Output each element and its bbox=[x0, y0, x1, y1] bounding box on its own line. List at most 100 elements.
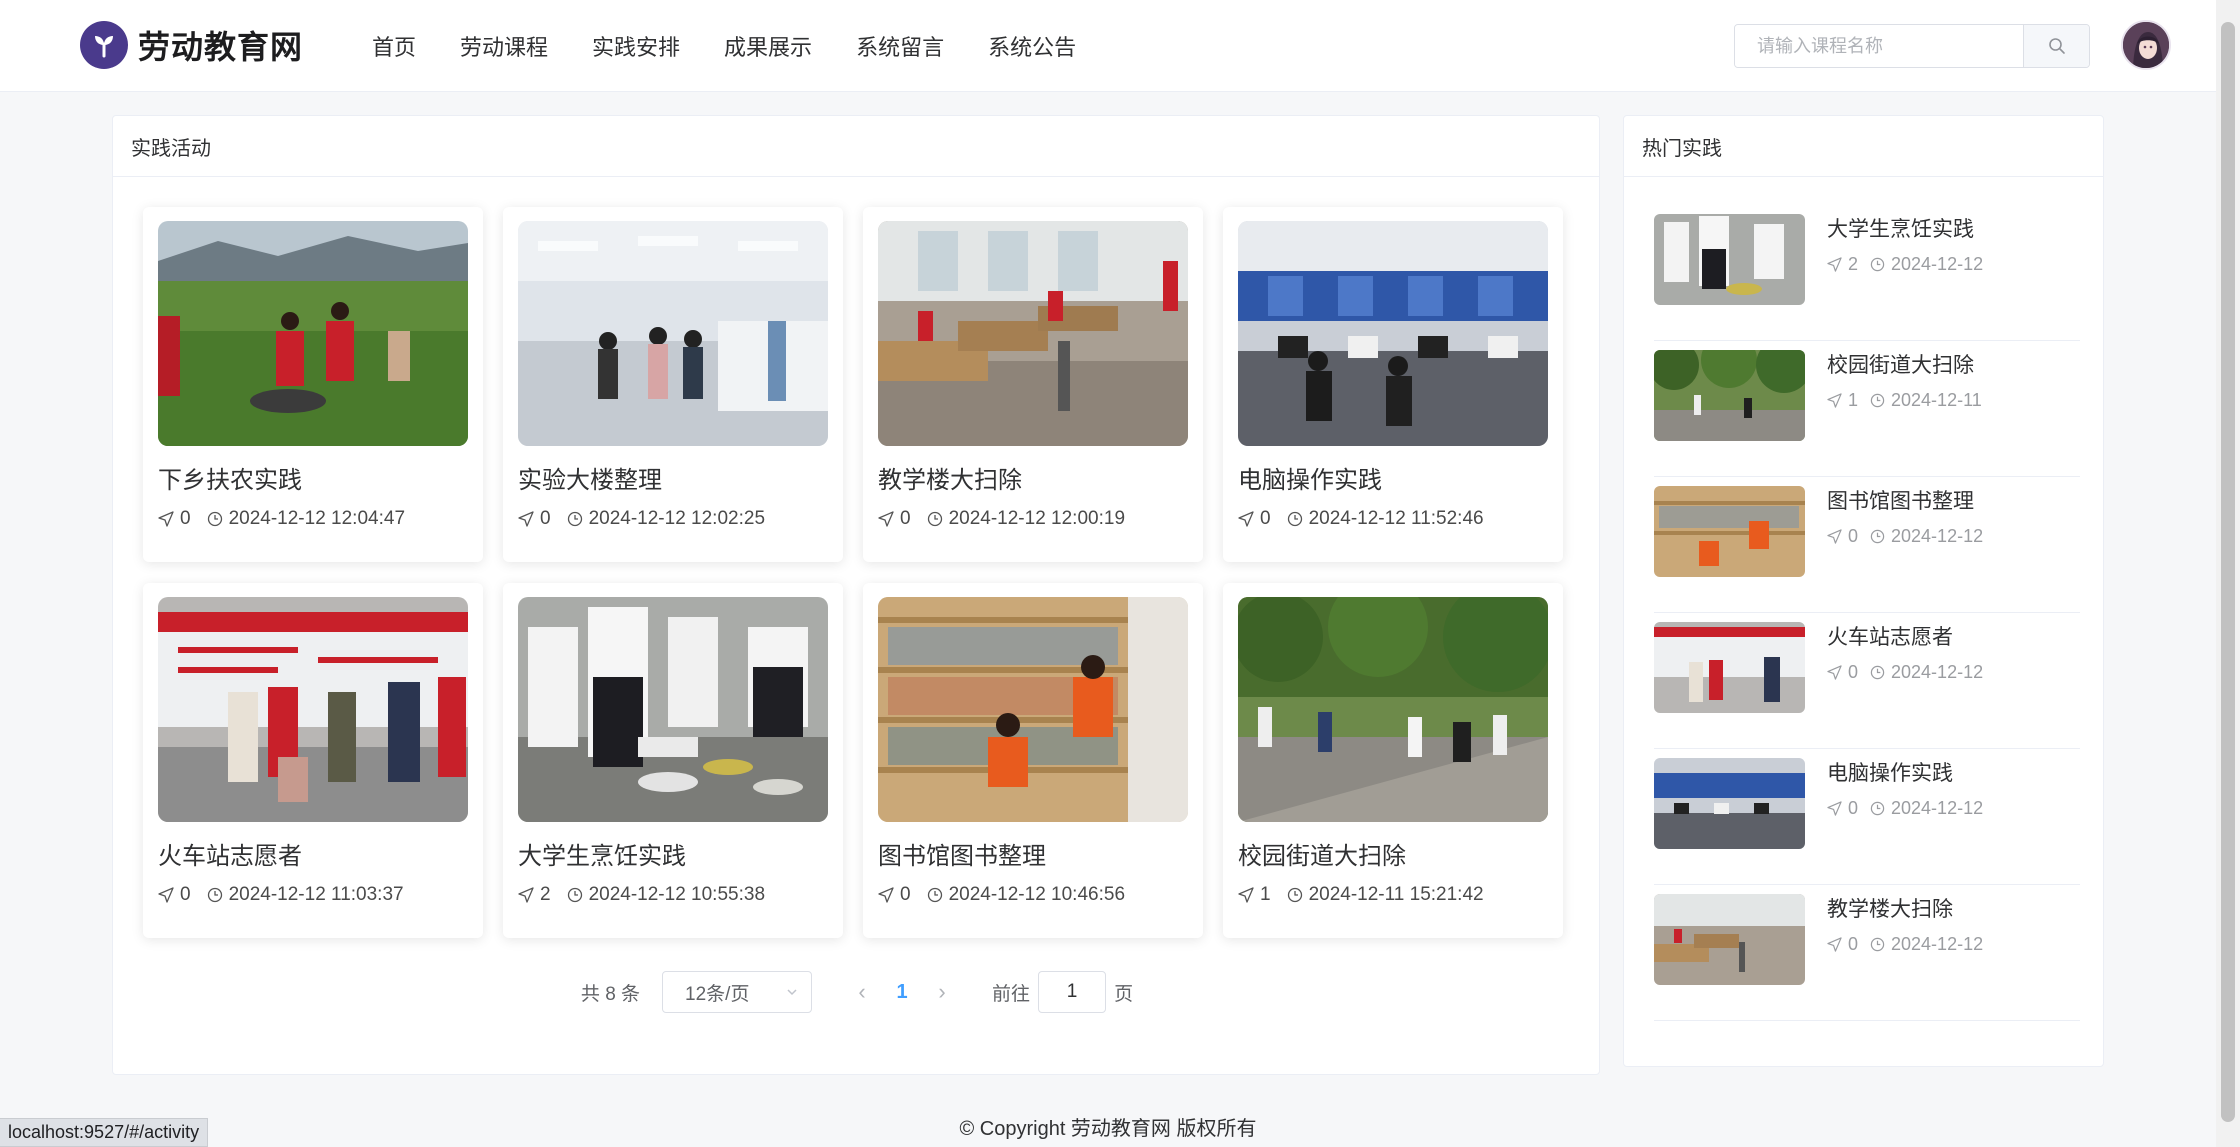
view-count: 2 bbox=[540, 884, 551, 905]
send-icon bbox=[1827, 665, 1842, 680]
clock-icon bbox=[1870, 393, 1885, 408]
page-size-select[interactable]: 12条/页 bbox=[662, 971, 813, 1013]
activity-photo bbox=[878, 221, 1188, 446]
nav-item-courses[interactable]: 劳动课程 bbox=[460, 30, 548, 62]
clock-icon bbox=[1870, 937, 1885, 952]
hot-list-item[interactable]: 图书馆图书整理 0 2024-12-12 bbox=[1654, 477, 2080, 613]
activity-photo bbox=[518, 221, 828, 446]
hot-list-item[interactable]: 火车站志愿者 0 2024-12-12 bbox=[1654, 613, 2080, 749]
view-count: 1 bbox=[1848, 390, 1859, 410]
view-count: 2 bbox=[1848, 254, 1859, 274]
page-size-value: 12条/页 bbox=[685, 983, 750, 1005]
activity-photo bbox=[1238, 221, 1548, 446]
clock-icon bbox=[927, 511, 943, 527]
card-meta: 0 2024-12-12 12:02:25 bbox=[518, 508, 828, 530]
activity-card[interactable]: 下乡扶农实践 0 2024-12-12 12:04:47 bbox=[143, 207, 483, 562]
publish-date: 2024-12-11 bbox=[1891, 390, 1982, 410]
search-icon bbox=[2048, 38, 2065, 54]
card-meta: 0 2024-12-12 11:52:46 bbox=[1238, 508, 1548, 530]
activity-card[interactable]: 大学生烹饪实践 2 2024-12-12 10:55:38 bbox=[503, 583, 843, 938]
nav-item-achievements[interactable]: 成果展示 bbox=[724, 30, 812, 62]
send-icon bbox=[518, 511, 534, 527]
clock-icon bbox=[927, 887, 943, 903]
publish-time: 2024-12-12 11:03:37 bbox=[228, 884, 404, 905]
hot-item-meta: 0 2024-12-12 bbox=[1827, 662, 1983, 683]
page-jumper: 前往 1 页 bbox=[992, 971, 1133, 1013]
activity-panel: 实践活动 下乡扶农实践 0 2024-12-12 12:04:47 实验大楼整理… bbox=[112, 115, 1600, 1075]
activity-photo bbox=[1238, 597, 1548, 822]
hot-thumbnail bbox=[1654, 622, 1805, 713]
activity-card[interactable]: 实验大楼整理 0 2024-12-12 12:02:25 bbox=[503, 207, 843, 562]
card-title: 校园街道大扫除 bbox=[1238, 843, 1406, 870]
activity-card[interactable]: 图书馆图书整理 0 2024-12-12 10:46:56 bbox=[863, 583, 1203, 938]
view-count: 0 bbox=[1848, 662, 1859, 682]
view-count: 0 bbox=[900, 508, 911, 529]
hot-thumbnail bbox=[1654, 758, 1805, 849]
clock-icon bbox=[567, 887, 583, 903]
hot-thumbnail bbox=[1654, 350, 1805, 441]
pagination: 共 8 条 12条/页 ‹ 1 › 前往 1 页 bbox=[113, 970, 1601, 1014]
view-count: 0 bbox=[1848, 798, 1859, 818]
next-page-button[interactable]: › bbox=[922, 979, 962, 1005]
nav-item-home[interactable]: 首页 bbox=[372, 30, 416, 62]
footer-copyright: © Copyright 劳动教育网 版权所有 bbox=[959, 1118, 1257, 1140]
site-logo[interactable]: 劳动教育网 bbox=[80, 18, 303, 72]
hot-item-meta: 0 2024-12-12 bbox=[1827, 526, 1983, 547]
publish-date: 2024-12-12 bbox=[1891, 934, 1984, 954]
hot-panel-title: 热门实践 bbox=[1624, 116, 2103, 177]
activity-grid: 下乡扶农实践 0 2024-12-12 12:04:47 实验大楼整理 0 20… bbox=[143, 207, 1563, 938]
page-number-current[interactable]: 1 bbox=[882, 981, 922, 1004]
hot-item-title: 教学楼大扫除 bbox=[1827, 898, 1953, 921]
hot-item-meta: 2 2024-12-12 bbox=[1827, 254, 1983, 275]
hot-item-meta: 0 2024-12-12 bbox=[1827, 798, 1983, 819]
view-count: 0 bbox=[1848, 934, 1859, 954]
view-count: 0 bbox=[1260, 508, 1271, 529]
send-icon bbox=[1827, 529, 1842, 544]
hot-list-item[interactable]: 电脑操作实践 0 2024-12-12 bbox=[1654, 749, 2080, 885]
card-title: 教学楼大扫除 bbox=[878, 467, 1022, 494]
publish-time: 2024-12-12 12:02:25 bbox=[588, 508, 766, 529]
nav-item-messages[interactable]: 系统留言 bbox=[856, 30, 944, 62]
activity-card[interactable]: 火车站志愿者 0 2024-12-12 11:03:37 bbox=[143, 583, 483, 938]
card-meta: 0 2024-12-12 11:03:37 bbox=[158, 884, 468, 906]
page-scrollbar[interactable] bbox=[2216, 0, 2240, 1147]
search-input[interactable] bbox=[1735, 25, 2023, 67]
hot-list-item[interactable]: 校园街道大扫除 1 2024-12-11 bbox=[1654, 341, 2080, 477]
send-icon bbox=[158, 511, 174, 527]
send-icon bbox=[1238, 887, 1254, 903]
nav-item-announcements[interactable]: 系统公告 bbox=[988, 30, 1076, 62]
nav-item-practice[interactable]: 实践安排 bbox=[592, 30, 680, 62]
hot-list-item[interactable]: 教学楼大扫除 0 2024-12-12 bbox=[1654, 885, 2080, 1021]
main-nav: 首页 劳动课程 实践安排 成果展示 系统留言 系统公告 bbox=[372, 0, 1120, 92]
clock-icon bbox=[1870, 529, 1885, 544]
activity-photo bbox=[158, 597, 468, 822]
card-meta: 2 2024-12-12 10:55:38 bbox=[518, 884, 828, 906]
publish-date: 2024-12-12 bbox=[1891, 526, 1984, 546]
activity-card[interactable]: 电脑操作实践 0 2024-12-12 11:52:46 bbox=[1223, 207, 1563, 562]
activity-card[interactable]: 教学楼大扫除 0 2024-12-12 12:00:19 bbox=[863, 207, 1203, 562]
activity-card[interactable]: 校园街道大扫除 1 2024-12-11 15:21:42 bbox=[1223, 583, 1563, 938]
hot-item-title: 大学生烹饪实践 bbox=[1827, 218, 1974, 241]
user-avatar[interactable] bbox=[2121, 20, 2171, 70]
publish-date: 2024-12-12 bbox=[1891, 254, 1984, 274]
clock-icon bbox=[1870, 801, 1885, 816]
hot-item-meta: 0 2024-12-12 bbox=[1827, 934, 1983, 955]
hot-item-title: 火车站志愿者 bbox=[1827, 626, 1953, 649]
clock-icon bbox=[567, 511, 583, 527]
send-icon bbox=[158, 887, 174, 903]
view-count: 0 bbox=[900, 884, 911, 905]
scrollbar-thumb[interactable] bbox=[2221, 22, 2235, 1122]
prev-page-button[interactable]: ‹ bbox=[842, 979, 882, 1005]
card-meta: 0 2024-12-12 12:00:19 bbox=[878, 508, 1188, 530]
hot-list-item[interactable]: 大学生烹饪实践 2 2024-12-12 bbox=[1654, 205, 2080, 341]
search-button[interactable] bbox=[2023, 25, 2089, 67]
goto-page-input[interactable]: 1 bbox=[1038, 971, 1107, 1013]
send-icon bbox=[1827, 801, 1842, 816]
chevron-down-icon bbox=[787, 989, 797, 996]
publish-time: 2024-12-12 10:46:56 bbox=[948, 884, 1126, 905]
send-icon bbox=[1827, 393, 1842, 408]
view-count: 1 bbox=[1260, 884, 1271, 905]
card-title: 火车站志愿者 bbox=[158, 843, 302, 870]
activity-photo bbox=[518, 597, 828, 822]
clock-icon bbox=[1287, 511, 1303, 527]
